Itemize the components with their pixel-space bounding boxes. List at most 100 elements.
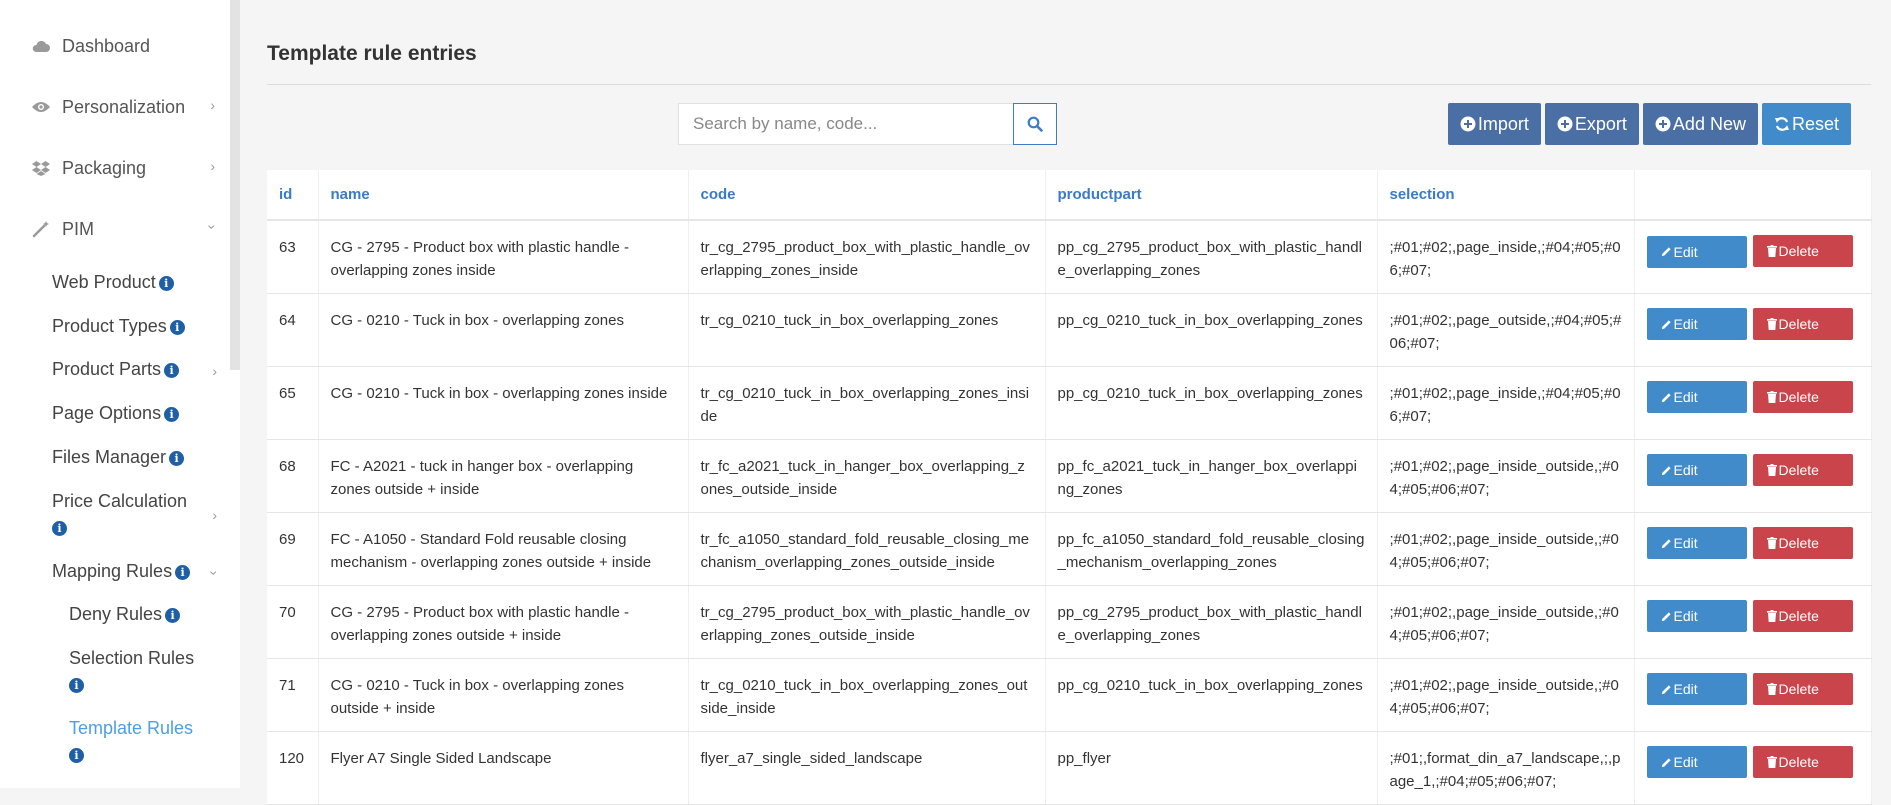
cell-selection: ;#01;#02;,page_outside,;#04;#05;#06;#07; bbox=[1377, 293, 1635, 367]
sidebar-item-deny-rules[interactable]: Deny Rules i bbox=[69, 601, 217, 627]
import-button[interactable]: Import bbox=[1447, 103, 1541, 145]
export-button[interactable]: Export bbox=[1544, 103, 1639, 145]
search-input[interactable] bbox=[678, 103, 1013, 145]
column-header-id[interactable]: id bbox=[267, 170, 319, 221]
sidebar-item-label: Page Options bbox=[52, 403, 162, 423]
cell-id: 70 bbox=[267, 585, 319, 659]
pencil-icon bbox=[1661, 757, 1671, 767]
sidebar-item-pim[interactable]: PIM › bbox=[30, 209, 221, 249]
edit-button[interactable]: Edit bbox=[1646, 381, 1747, 413]
sidebar-item-label: Deny Rules bbox=[69, 604, 163, 624]
cell-id: 120 bbox=[267, 731, 319, 805]
edit-button[interactable]: Edit bbox=[1646, 454, 1747, 486]
cell-selection: ;#01;#02;,page_inside_outside,;#04;#05;#… bbox=[1377, 512, 1635, 586]
edit-button[interactable]: Edit bbox=[1646, 235, 1747, 268]
cell-productpart: pp_fc_a1050_standard_fold_reusable_closi… bbox=[1045, 512, 1378, 586]
trash-icon bbox=[1766, 245, 1777, 257]
pencil-icon bbox=[1661, 392, 1671, 402]
sidebar-item-template-rules[interactable]: Template Rules i bbox=[69, 715, 217, 767]
edit-button[interactable]: Edit bbox=[1646, 600, 1747, 632]
sidebar-item-selection-rules[interactable]: Selection Rules i bbox=[69, 645, 217, 697]
info-icon: i bbox=[164, 406, 180, 422]
cell-selection: ;#01;#02;,page_inside_outside,;#04;#05;#… bbox=[1377, 439, 1635, 513]
cell-code: flyer_a7_single_sided_landscape bbox=[688, 731, 1046, 805]
table-row: 71 CG - 0210 - Tuck in box - overlapping … bbox=[267, 658, 1872, 732]
cell-code: tr_fc_a1050_standard_fold_reusable_closi… bbox=[688, 512, 1046, 586]
edit-button[interactable]: Edit bbox=[1646, 308, 1747, 340]
sidebar: Dashboard Personalization › Packaging › … bbox=[0, 0, 240, 788]
dropbox-icon bbox=[30, 159, 52, 177]
delete-label: Delete bbox=[1778, 461, 1819, 478]
sidebar-item-product-types[interactable]: Product Types i bbox=[52, 313, 217, 339]
eye-icon bbox=[30, 98, 52, 116]
edit-label: Edit bbox=[1673, 389, 1698, 405]
cell-name: CG - 2795 - Product box with plastic han… bbox=[318, 220, 689, 294]
rules-table: id name code productpart selection 63 CG … bbox=[267, 170, 1872, 805]
trash-icon bbox=[1766, 682, 1777, 695]
search-button[interactable] bbox=[1013, 103, 1057, 145]
sidebar-item-label: PIM bbox=[62, 218, 95, 239]
reset-button[interactable]: Reset bbox=[1761, 103, 1851, 145]
delete-button[interactable]: Delete bbox=[1752, 745, 1853, 778]
import-label: Import bbox=[1477, 113, 1529, 134]
delete-label: Delete bbox=[1778, 388, 1819, 405]
delete-button[interactable]: Delete bbox=[1752, 307, 1853, 340]
sidebar-item-packaging[interactable]: Packaging › bbox=[30, 148, 215, 188]
trash-icon bbox=[1766, 609, 1777, 622]
sidebar-item-product-parts[interactable]: Product Parts i › bbox=[52, 356, 217, 382]
add-new-label: Add New bbox=[1672, 113, 1746, 134]
delete-label: Delete bbox=[1778, 753, 1819, 770]
table-header-row: id name code productpart selection bbox=[267, 170, 1872, 221]
cell-productpart: pp_cg_2795_product_box_with_plastic_hand… bbox=[1045, 220, 1378, 294]
sidebar-scrollbar[interactable] bbox=[230, 0, 240, 370]
column-header-name[interactable]: name bbox=[318, 170, 689, 221]
cell-code: tr_cg_2795_product_box_with_plastic_hand… bbox=[688, 585, 1046, 659]
column-header-code[interactable]: code bbox=[688, 170, 1046, 221]
delete-button[interactable]: Delete bbox=[1752, 599, 1853, 632]
page-title: Template rule entries bbox=[267, 42, 477, 65]
sidebar-item-dashboard[interactable]: Dashboard bbox=[30, 26, 215, 66]
delete-label: Delete bbox=[1778, 315, 1819, 332]
sidebar-item-page-options[interactable]: Page Options i bbox=[52, 400, 217, 426]
delete-button[interactable]: Delete bbox=[1752, 235, 1853, 267]
pencil-icon bbox=[1661, 538, 1671, 548]
plus-circle-icon bbox=[1557, 116, 1573, 132]
sidebar-item-web-product[interactable]: Web Product i bbox=[52, 269, 217, 295]
toolbar: Import Export Add New Reset bbox=[1447, 103, 1851, 145]
cell-productpart: pp_fc_a2021_tuck_in_hanger_box_overlappi… bbox=[1045, 439, 1378, 513]
column-header-actions bbox=[1634, 170, 1872, 221]
sidebar-item-label: Template Rules bbox=[69, 718, 194, 738]
info-icon: i bbox=[165, 607, 181, 623]
sidebar-item-label: Packaging bbox=[62, 157, 147, 178]
column-header-selection[interactable]: selection bbox=[1377, 170, 1635, 221]
edit-button[interactable]: Edit bbox=[1646, 527, 1747, 559]
pencil-icon bbox=[1661, 247, 1671, 257]
add-new-button[interactable]: Add New bbox=[1642, 103, 1758, 145]
sidebar-item-personalization[interactable]: Personalization › bbox=[30, 87, 215, 127]
delete-button[interactable]: Delete bbox=[1752, 380, 1853, 413]
edit-button[interactable]: Edit bbox=[1646, 673, 1747, 705]
cell-id: 63 bbox=[267, 220, 319, 294]
cell-code: tr_cg_0210_tuck_in_box_overlapping_zones… bbox=[688, 366, 1046, 440]
refresh-icon bbox=[1774, 116, 1790, 132]
cell-name: CG - 2795 - Product box with plastic han… bbox=[318, 585, 689, 659]
cell-id: 68 bbox=[267, 439, 319, 513]
edit-label: Edit bbox=[1673, 316, 1698, 332]
sidebar-item-files-manager[interactable]: Files Manager i bbox=[52, 444, 217, 470]
trash-icon bbox=[1766, 755, 1777, 768]
cell-actions: Edit Delete bbox=[1634, 512, 1872, 586]
cell-actions: Edit Delete bbox=[1634, 220, 1872, 294]
edit-label: Edit bbox=[1673, 681, 1698, 697]
chevron-down-icon: › bbox=[206, 570, 223, 576]
edit-button[interactable]: Edit bbox=[1646, 746, 1747, 778]
table-row: 70 CG - 2795 - Product box with plastic h… bbox=[267, 585, 1872, 659]
cell-name: CG - 0210 - Tuck in box - overlapping zo… bbox=[318, 366, 689, 440]
column-header-productpart[interactable]: productpart bbox=[1045, 170, 1378, 221]
delete-button[interactable]: Delete bbox=[1752, 526, 1853, 559]
delete-button[interactable]: Delete bbox=[1752, 453, 1853, 486]
delete-button[interactable]: Delete bbox=[1752, 672, 1853, 705]
sidebar-item-price-calculation[interactable]: Price Calculation i › bbox=[52, 488, 217, 540]
search-bar bbox=[678, 103, 1057, 145]
sidebar-item-mapping-rules[interactable]: Mapping Rules i › bbox=[52, 558, 223, 584]
sidebar-item-label: Product Parts bbox=[52, 359, 162, 379]
